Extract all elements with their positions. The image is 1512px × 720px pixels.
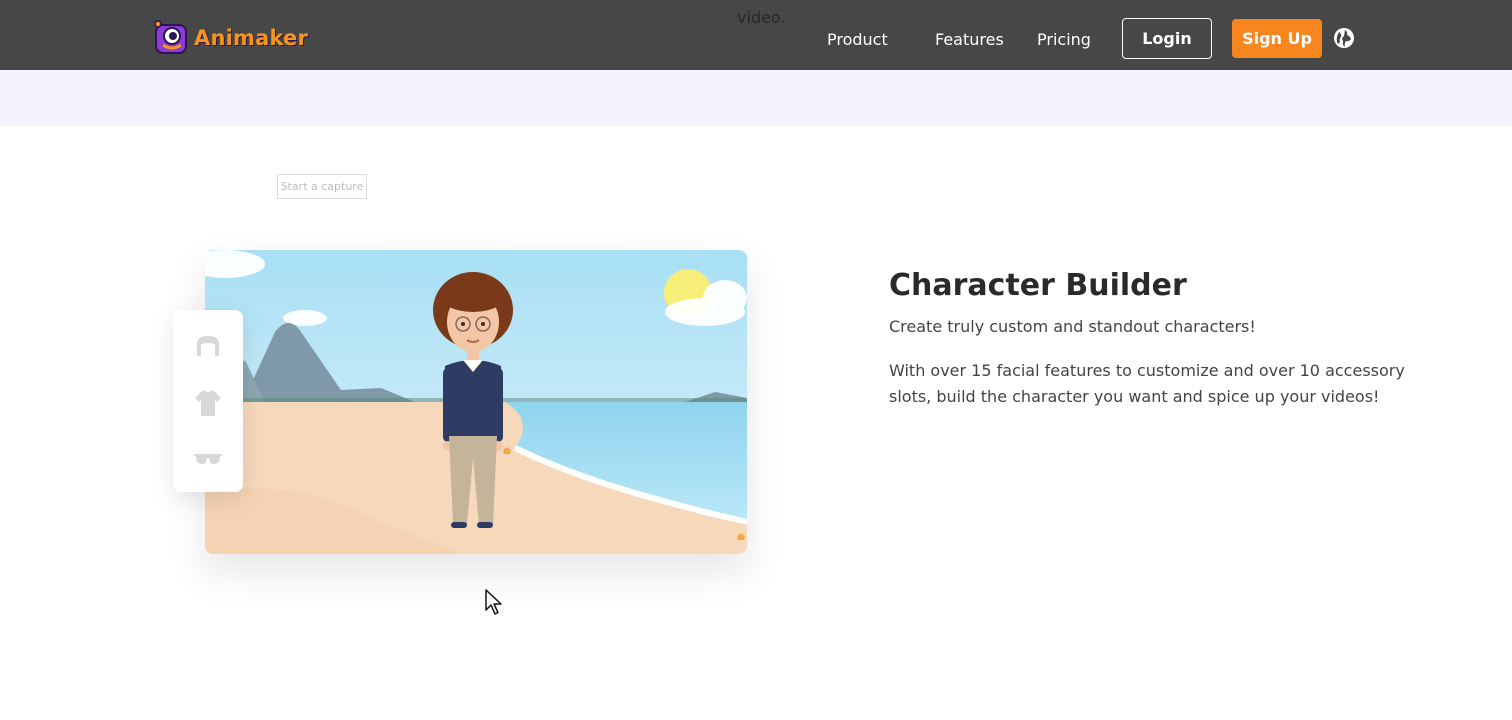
feature-title: Character Builder xyxy=(889,268,1187,303)
mouse-cursor-icon xyxy=(485,589,502,615)
hero-band xyxy=(0,70,1512,126)
globe-icon[interactable] xyxy=(1333,27,1355,49)
nav-pricing[interactable]: Pricing xyxy=(1037,30,1091,49)
start-capture-button[interactable]: Start a capture xyxy=(277,174,367,199)
overlapping-caption-text: video. xyxy=(737,8,786,27)
feature-description: With over 15 facial features to customiz… xyxy=(889,361,1405,406)
feature-subtitle: Create truly custom and standout charact… xyxy=(889,317,1256,336)
shirt-icon[interactable] xyxy=(191,386,225,420)
nav-features[interactable]: Features xyxy=(935,30,1004,49)
animaker-logo[interactable]: Animaker xyxy=(152,18,308,58)
signup-button[interactable]: Sign Up xyxy=(1232,19,1322,58)
nav-product[interactable]: Product xyxy=(827,30,888,49)
hair-icon[interactable] xyxy=(191,330,225,364)
logo-wordmark: Animaker xyxy=(194,26,309,50)
login-button[interactable]: Login xyxy=(1122,18,1212,59)
glasses-icon[interactable] xyxy=(191,440,225,474)
beach-scene-image xyxy=(205,250,747,554)
character-customization-panel xyxy=(173,310,243,492)
character-builder-illustration xyxy=(205,250,747,554)
top-navigation-bar: video. Animaker Product Features Pricing… xyxy=(0,0,1512,70)
animaker-mascot-icon xyxy=(154,20,187,54)
